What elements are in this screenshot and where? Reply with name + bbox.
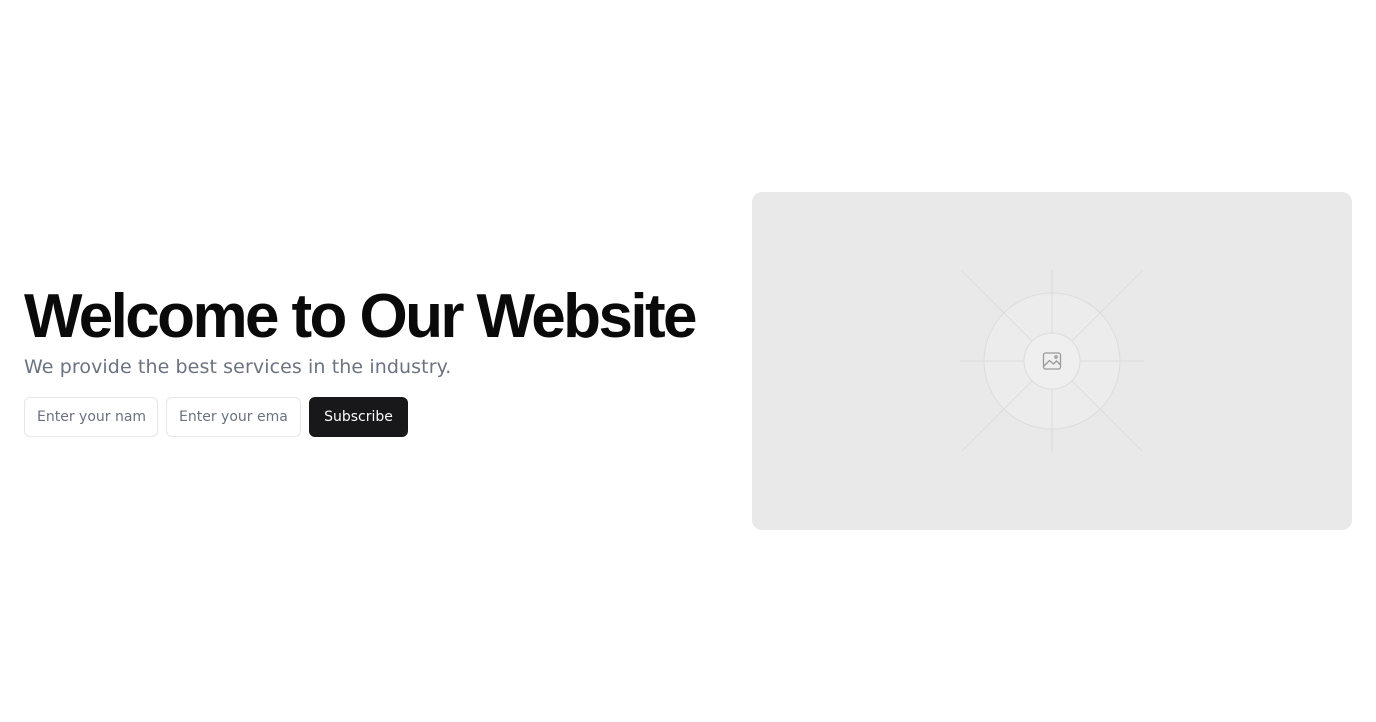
subscribe-form: Subscribe <box>24 397 724 437</box>
hero-section: Welcome to Our Website We provide the be… <box>0 0 1376 722</box>
name-input[interactable] <box>24 397 158 437</box>
placeholder-graphic <box>960 270 1144 452</box>
hero-title: Welcome to Our Website <box>24 282 697 351</box>
subscribe-button[interactable]: Subscribe <box>309 397 408 437</box>
hero-image-placeholder <box>752 192 1352 530</box>
email-input[interactable] <box>166 397 301 437</box>
hero-subtitle: We provide the best services in the indu… <box>24 356 452 378</box>
hero-content: Welcome to Our Website We provide the be… <box>24 282 724 437</box>
